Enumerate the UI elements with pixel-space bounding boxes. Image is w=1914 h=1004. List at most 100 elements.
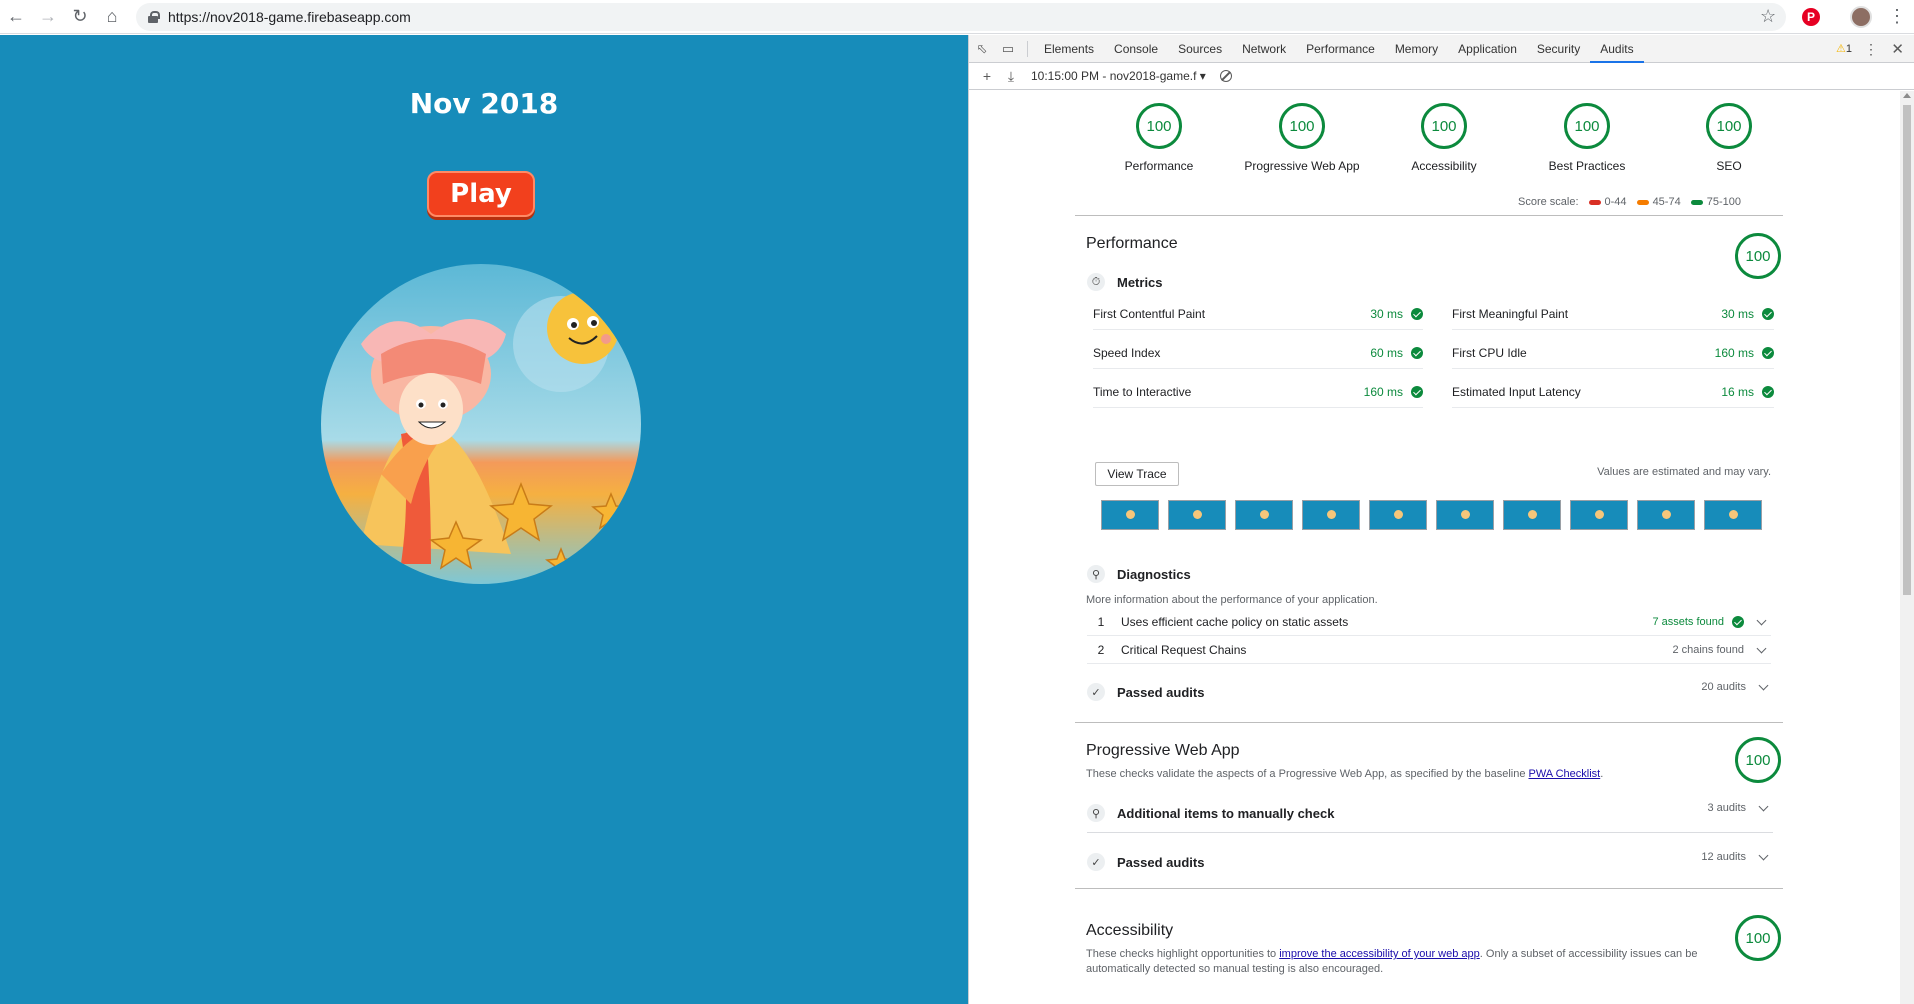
- gauge-ring: 100: [1136, 103, 1182, 149]
- metric-value: 60 ms: [1370, 345, 1403, 360]
- diagnostic-title: Uses efficient cache policy on static as…: [1121, 615, 1349, 629]
- bookmark-star-icon[interactable]: ☆: [1760, 6, 1776, 27]
- divider: [1075, 215, 1783, 216]
- download-icon[interactable]: ⤓: [999, 68, 1023, 85]
- performance-title: Performance: [1086, 235, 1178, 252]
- filmstrip-frame: [1503, 500, 1561, 530]
- metric-value: 30 ms: [1721, 306, 1754, 321]
- gauge-accessibility[interactable]: 100 Accessibility: [1364, 103, 1524, 173]
- view-trace-button[interactable]: View Trace: [1095, 462, 1179, 486]
- gauge-label: Best Practices: [1548, 159, 1626, 173]
- metric-value: 160 ms: [1363, 384, 1403, 399]
- accessibility-guide-link[interactable]: improve the accessibility of your web ap…: [1279, 948, 1480, 960]
- score-scale: Score scale: 0-44 45-74 75-100: [1518, 196, 1741, 208]
- diagnostic-row[interactable]: 2 Critical Request Chains 2 chains found: [1087, 637, 1771, 664]
- search-icon: ⚲: [1087, 565, 1105, 583]
- diagnostic-value: 2 chains found: [1672, 644, 1744, 656]
- tab-memory[interactable]: Memory: [1385, 35, 1448, 63]
- lighthouse-report: 100 Performance 100 Progressive Web App …: [969, 91, 1901, 1004]
- metric-name: First CPU Idle: [1452, 345, 1527, 360]
- browser-toolbar: ← → ↻ ⌂ https://nov2018-game.firebaseapp…: [0, 0, 1914, 34]
- pwa-checklist-link[interactable]: PWA Checklist: [1529, 768, 1601, 780]
- gauge-ring: 100: [1279, 103, 1325, 149]
- metrics-title: Metrics: [1117, 274, 1163, 290]
- report-select[interactable]: 10:15:00 PM - nov2018-game.f ▾: [1031, 69, 1206, 83]
- device-toolbar-icon[interactable]: ▭: [995, 36, 1021, 62]
- filmstrip-frame: [1369, 500, 1427, 530]
- passed-audits-count[interactable]: 20 audits: [1701, 680, 1773, 693]
- estimated-note: Values are estimated and may vary.: [1597, 466, 1771, 478]
- metric-name: Time to Interactive: [1093, 384, 1192, 399]
- manual-check-header[interactable]: ⚲ Additional items to manually check: [1087, 804, 1334, 822]
- metric-row: Estimated Input Latency 16 ms: [1452, 376, 1774, 408]
- row-number: 1: [1097, 615, 1105, 629]
- tab-sources[interactable]: Sources: [1168, 35, 1232, 63]
- browser-menu-icon[interactable]: ⋮: [1888, 6, 1906, 27]
- check-icon: [1411, 385, 1423, 398]
- profile-avatar[interactable]: [1850, 6, 1872, 28]
- metrics-header: ⏱ Metrics: [1087, 273, 1163, 291]
- tab-divider: [1027, 40, 1028, 57]
- timer-icon: ⏱: [1087, 273, 1105, 291]
- audit-count-text: 3 audits: [1707, 802, 1746, 814]
- manual-check-count[interactable]: 3 audits: [1707, 801, 1773, 814]
- metric-row: Speed Index 60 ms: [1093, 337, 1423, 369]
- audits-toolbar: + ⤓ 10:15:00 PM - nov2018-game.f ▾: [969, 63, 1914, 90]
- report-scrollbar[interactable]: [1900, 91, 1914, 1004]
- pwa-passed-header[interactable]: ✓ Passed audits: [1087, 853, 1204, 871]
- divider: [1075, 722, 1783, 723]
- filmstrip-frame: [1101, 500, 1159, 530]
- inspect-element-icon[interactable]: ⬁: [969, 36, 995, 62]
- clear-block-icon[interactable]: [1219, 70, 1232, 82]
- pwa-description: These checks validate the aspects of a P…: [1086, 768, 1604, 780]
- check-icon: [1762, 385, 1774, 398]
- audit-count-text: 12 audits: [1701, 851, 1746, 863]
- scroll-up-arrow-icon[interactable]: [1903, 93, 1911, 98]
- pwa-passed-count[interactable]: 12 audits: [1701, 850, 1773, 863]
- diagnostic-value: 7 assets found: [1652, 616, 1724, 628]
- divider: [1087, 832, 1773, 833]
- metric-row: Time to Interactive 160 ms: [1093, 376, 1423, 408]
- gauge-best-practices[interactable]: 100 Best Practices: [1507, 103, 1667, 173]
- play-button[interactable]: Play: [427, 171, 535, 217]
- forward-arrow-icon[interactable]: →: [32, 1, 64, 33]
- warning-count: 1: [1845, 43, 1852, 55]
- plus-icon[interactable]: +: [975, 68, 999, 84]
- close-icon[interactable]: ✕: [1891, 40, 1904, 58]
- filmstrip-frame: [1637, 500, 1695, 530]
- reload-icon[interactable]: ↻: [64, 1, 96, 33]
- filmstrip-frame: [1704, 500, 1762, 530]
- tab-elements[interactable]: Elements: [1034, 35, 1104, 63]
- tab-network[interactable]: Network: [1232, 35, 1296, 63]
- diagnostics-description: More information about the performance o…: [1086, 594, 1378, 606]
- gauge-pwa[interactable]: 100 Progressive Web App: [1222, 103, 1382, 173]
- home-icon[interactable]: ⌂: [96, 1, 128, 33]
- metric-name: First Meaningful Paint: [1452, 306, 1569, 321]
- gauge-seo[interactable]: 100 SEO: [1649, 103, 1809, 173]
- metric-value: 16 ms: [1721, 384, 1754, 399]
- performance-score: 100: [1735, 233, 1781, 279]
- tab-audits[interactable]: Audits: [1590, 35, 1644, 63]
- devtools-panel: ⬁ ▭ Elements Console Sources Network Per…: [968, 35, 1914, 1004]
- pwa-title: Progressive Web App: [1086, 742, 1240, 759]
- diagnostic-row[interactable]: 1 Uses efficient cache policy on static …: [1087, 609, 1771, 636]
- tab-performance[interactable]: Performance: [1296, 35, 1385, 63]
- tab-application[interactable]: Application: [1448, 35, 1527, 63]
- game-illustration: [321, 264, 641, 584]
- gauge-performance[interactable]: 100 Performance: [1079, 103, 1239, 173]
- tab-security[interactable]: Security: [1527, 35, 1590, 63]
- chevron-down-icon: [1758, 850, 1769, 860]
- passed-audits-header[interactable]: ✓ Passed audits: [1087, 683, 1204, 701]
- address-bar[interactable]: https://nov2018-game.firebaseapp.com: [136, 3, 1786, 31]
- passed-audits-title: Passed audits: [1117, 854, 1205, 870]
- back-arrow-icon[interactable]: ←: [0, 1, 32, 33]
- warning-icon: ⚠: [1836, 43, 1846, 55]
- devtools-menu-icon[interactable]: ⋮: [1864, 41, 1878, 58]
- warning-counter[interactable]: ⚠1: [1836, 42, 1852, 55]
- pinterest-extension-icon[interactable]: P: [1802, 8, 1820, 26]
- search-icon: ⚲: [1087, 804, 1105, 822]
- tab-console[interactable]: Console: [1104, 35, 1168, 63]
- gauge-label: Accessibility: [1411, 159, 1477, 173]
- scrollbar-thumb[interactable]: [1903, 105, 1911, 595]
- accessibility-score: 100: [1735, 915, 1781, 961]
